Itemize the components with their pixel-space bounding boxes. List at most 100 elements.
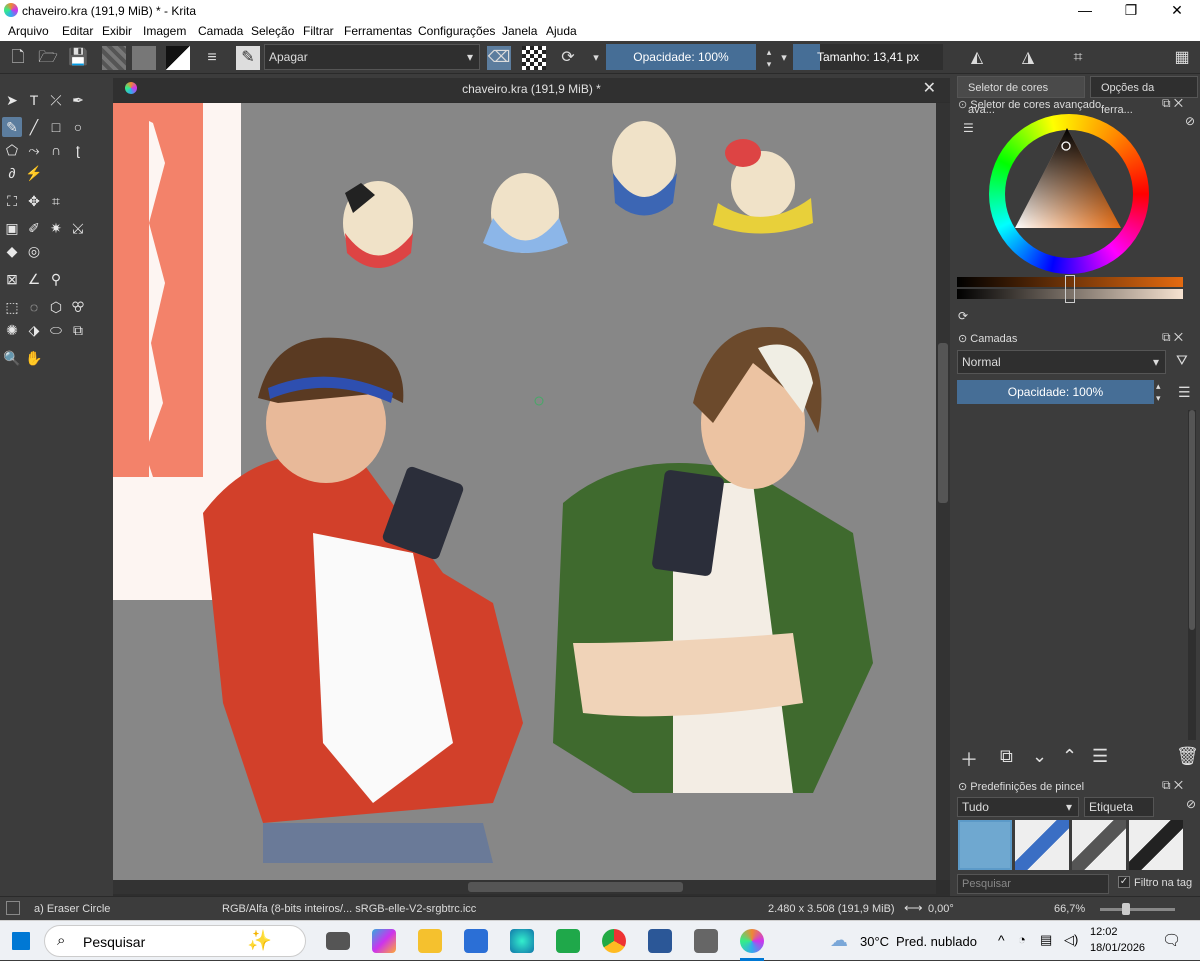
transform-tool-icon[interactable]: ⛶ bbox=[2, 191, 22, 211]
opacity-slider[interactable]: Opacidade: 100% bbox=[606, 44, 756, 70]
layer-opacity-stepper[interactable]: ▴ ▾ bbox=[1156, 380, 1161, 404]
tab-color-selector[interactable]: Seletor de cores ava... bbox=[957, 76, 1085, 116]
measure-tool-icon[interactable]: ∠ bbox=[24, 269, 44, 289]
pan-tool-icon[interactable]: ✋ bbox=[24, 348, 44, 368]
similar-select-icon[interactable]: ⬗ bbox=[24, 320, 44, 340]
horizontal-scroll-thumb[interactable] bbox=[468, 882, 683, 892]
bezier-tool-icon[interactable]: ∩ bbox=[46, 140, 66, 160]
preserve-alpha-icon[interactable] bbox=[522, 46, 546, 70]
color-selector-menu-icon[interactable]: ☰ bbox=[963, 121, 974, 135]
move-up-icon[interactable]: ⌃ bbox=[1062, 746, 1077, 767]
layer-opacity-slider[interactable]: Opacidade: 100% bbox=[957, 380, 1154, 404]
brush-search-input[interactable]: Pesquisar bbox=[957, 874, 1109, 894]
layer-scrollbar[interactable] bbox=[1188, 410, 1196, 740]
network-icon[interactable]: ▤ bbox=[1040, 932, 1052, 948]
enclose-fill-icon[interactable]: ◎ bbox=[24, 241, 44, 261]
color-triangle[interactable] bbox=[989, 114, 1149, 274]
lock-icon[interactable]: ⊙ bbox=[958, 781, 967, 793]
line-tool-icon[interactable]: ╱ bbox=[24, 117, 44, 137]
polygon-select-icon[interactable]: ⬡ bbox=[46, 297, 66, 317]
fill-tool-icon[interactable]: ◆ bbox=[2, 241, 22, 261]
polyline-tool-icon[interactable]: ⤳ bbox=[24, 140, 44, 160]
vertical-scroll-thumb[interactable] bbox=[938, 343, 948, 503]
mirror-horizontal-icon[interactable]: ◭ bbox=[965, 46, 989, 70]
ellipse-select-icon[interactable]: ◌ bbox=[24, 297, 44, 317]
menu-ferramentas[interactable]: Ferramentas bbox=[344, 24, 412, 38]
crop-tool-icon[interactable]: ⌗ bbox=[46, 191, 66, 211]
assistant-icon[interactable]: ⊠ bbox=[2, 269, 22, 289]
menu-editar[interactable]: Editar bbox=[62, 24, 93, 38]
color-picker-icon[interactable]: ✐ bbox=[24, 218, 44, 238]
delete-layer-icon[interactable]: 🗑 bbox=[1176, 746, 1199, 767]
file-explorer-icon[interactable] bbox=[418, 929, 442, 953]
zoom-slider-handle[interactable] bbox=[1122, 903, 1130, 915]
brush-preset-ink[interactable] bbox=[1129, 820, 1183, 870]
move-down-icon[interactable]: ⌄ bbox=[1032, 746, 1047, 767]
save-icon[interactable]: 💾 bbox=[66, 46, 90, 70]
layer-blend-select[interactable]: Normal ▾ bbox=[957, 350, 1166, 374]
ellipse-tool-icon[interactable]: ○ bbox=[68, 117, 88, 137]
tag-button[interactable]: Etiqueta bbox=[1084, 797, 1154, 817]
menu-camada[interactable]: Camada bbox=[198, 24, 243, 38]
select-shapes-icon[interactable]: ➤ bbox=[2, 90, 22, 110]
chrome-icon[interactable] bbox=[602, 929, 626, 953]
brush-preset-eraser[interactable] bbox=[958, 820, 1012, 870]
assistant-tool-icon[interactable]: ⤩ bbox=[68, 218, 88, 238]
volume-icon[interactable]: ◁) bbox=[1064, 932, 1078, 948]
magnetic-select-icon[interactable]: ⧉ bbox=[68, 320, 88, 340]
task-view-icon[interactable] bbox=[326, 932, 350, 950]
freehand-select-icon[interactable]: ꕢ bbox=[68, 297, 88, 317]
eraser-mode-icon[interactable]: ⌫ bbox=[487, 46, 511, 70]
weather-temp[interactable]: 30°C bbox=[860, 934, 889, 949]
edge-icon[interactable] bbox=[510, 929, 534, 953]
new-document-icon[interactable]: 🗋 bbox=[6, 46, 30, 70]
canvas[interactable] bbox=[113, 103, 936, 880]
clock-time[interactable]: 12:02 bbox=[1090, 926, 1118, 938]
text-tool-icon[interactable]: T bbox=[24, 90, 44, 110]
edit-shapes-icon[interactable]: ⤫ bbox=[46, 90, 66, 110]
chevron-down-icon[interactable]: ▾ bbox=[584, 46, 608, 70]
notifications-icon[interactable]: 🗨 bbox=[1162, 931, 1181, 949]
freehand-brush-icon[interactable]: ✎ bbox=[2, 117, 22, 137]
mirror-vertical-icon[interactable]: ◮ bbox=[1016, 46, 1040, 70]
minimize-button[interactable]: — bbox=[1062, 0, 1108, 21]
wifi-icon[interactable]: ◔ bbox=[1018, 932, 1026, 947]
lock-icon[interactable]: ⊙ bbox=[958, 333, 967, 345]
brush-preset-marker[interactable] bbox=[1072, 820, 1126, 870]
size-slider[interactable]: Tamanho: 13,41 px bbox=[793, 44, 943, 70]
menu-exibir[interactable]: Exibir bbox=[102, 24, 132, 38]
tab-tool-options[interactable]: Opções da ferra... bbox=[1090, 76, 1198, 116]
brush-preset-icon[interactable]: ✎ bbox=[236, 46, 260, 70]
filter-in-tag-checkbox[interactable]: ✓ bbox=[1118, 876, 1130, 888]
menu-filtrar[interactable]: Filtrar bbox=[303, 24, 334, 38]
gradient-tool-icon[interactable]: ▣ bbox=[2, 218, 22, 238]
fg-bg-color-icon[interactable] bbox=[166, 46, 190, 70]
contiguous-select-icon[interactable]: ✺ bbox=[2, 320, 22, 340]
tray-chevron-icon[interactable]: ^ bbox=[998, 932, 1005, 948]
brush-tag-select[interactable]: Tudo ▾ bbox=[957, 797, 1079, 817]
move-tool-icon[interactable]: ✥ bbox=[24, 191, 44, 211]
windows-start-icon[interactable] bbox=[12, 932, 30, 950]
polygon-tool-icon[interactable]: ⬠ bbox=[2, 140, 22, 160]
crop-icon[interactable]: ⌗ bbox=[1066, 46, 1090, 70]
close-window-button[interactable]: ✕ bbox=[1154, 0, 1200, 21]
store-icon[interactable] bbox=[464, 929, 488, 953]
copilot-icon[interactable] bbox=[372, 929, 396, 953]
duplicate-layer-icon[interactable]: ⧉ bbox=[1000, 746, 1013, 767]
rotation-icon[interactable]: ⟷ bbox=[904, 900, 923, 916]
brush-preset-pen[interactable] bbox=[1015, 820, 1069, 870]
calligraphy-icon[interactable]: ✒ bbox=[68, 90, 88, 110]
menu-ajuda[interactable]: Ajuda bbox=[546, 24, 577, 38]
dynamic-brush-icon[interactable]: ∂ bbox=[2, 163, 22, 183]
rectangle-tool-icon[interactable]: □ bbox=[46, 117, 66, 137]
refresh-icon[interactable]: ⟳ bbox=[958, 309, 968, 323]
vertical-scrollbar[interactable] bbox=[936, 103, 950, 880]
pattern-picker-icon[interactable] bbox=[132, 46, 156, 70]
taskbar-search[interactable]: ⌕ Pesquisar ✨ bbox=[44, 925, 306, 957]
layer-properties-icon[interactable]: ☰ bbox=[1092, 746, 1108, 767]
float-panel-icon[interactable]: ⧉ ✕ bbox=[1162, 330, 1183, 345]
horizontal-scrollbar[interactable] bbox=[113, 880, 936, 894]
zoom-tool-icon[interactable]: 🔍 bbox=[2, 348, 22, 368]
menu-imagem[interactable]: Imagem bbox=[143, 24, 186, 38]
smart-patch-icon[interactable]: ✷ bbox=[46, 218, 66, 238]
